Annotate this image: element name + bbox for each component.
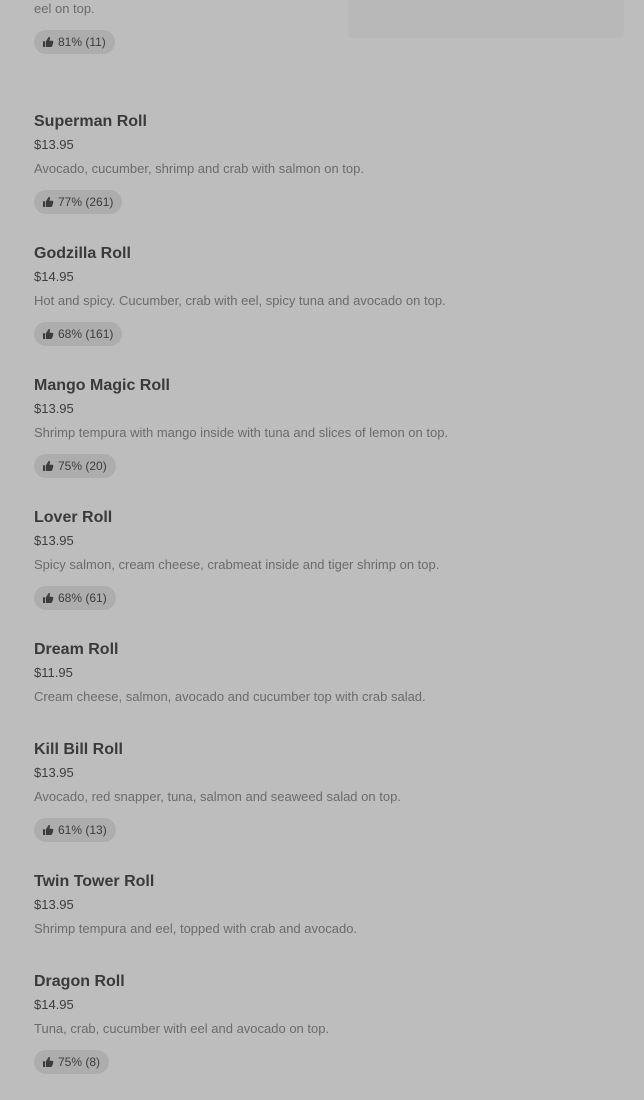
rating-text: 75% (8) (58, 1055, 101, 1069)
menu-item-name: Dragon Roll (34, 973, 125, 990)
menu-item-price: $11.95 (34, 665, 73, 680)
rating-badge: 75% (8) (34, 1050, 110, 1074)
thumbs-up-icon (42, 824, 54, 836)
menu-item-name: Dream Roll (34, 641, 119, 658)
menu-item-description: Cream cheese, salmon, avocado and cucumb… (34, 689, 426, 704)
menu-item-description: Avocado, cucumber, shrimp and crab with … (34, 161, 364, 176)
rating-badge: 75% (20) (34, 454, 116, 478)
menu-item-description: Shrimp tempura with mango inside with tu… (34, 425, 449, 440)
thumbs-up-icon (42, 1056, 54, 1068)
menu-item-price: $13.95 (34, 533, 74, 548)
menu-item-name: Lover Roll (34, 509, 113, 526)
menu-item-twin-tower-roll[interactable]: Twin Tower Roll $13.95 Shrimp tempura and … (0, 872, 644, 937)
thumbs-up-icon (42, 460, 54, 472)
menu-item-name: Kill Bill Roll (34, 741, 123, 758)
menu-item-kill-bill-roll[interactable]: Kill Bill Roll $13.95 Avocado, red snapper… (0, 740, 644, 842)
rating-text: 68% (61) (58, 591, 107, 605)
menu-item-price: $14.95 (34, 269, 74, 284)
menu-item-lover-roll[interactable]: Lover Roll $13.95 Spicy salmon, cream chee… (0, 508, 644, 610)
rating-badge: 77% (261) (34, 190, 123, 214)
menu-item-superman-roll[interactable]: Superman Roll $13.95 Avocado, cucumber, sh… (0, 112, 644, 214)
rating-text: 77% (261) (58, 195, 114, 209)
rating-badge: 61% (13) (34, 818, 116, 842)
menu-item-price: $13.95 (34, 897, 74, 912)
thumbs-up-icon (42, 196, 54, 208)
menu-item-godzilla-roll[interactable]: Godzilla Roll $14.95 Hot and spicy. Cucumb… (0, 244, 644, 346)
thumbs-up-icon (42, 328, 54, 340)
menu-item-price: $13.95 (34, 137, 74, 152)
menu-item-photo[interactable] (348, 0, 624, 38)
menu-item-name: Godzilla Roll (34, 245, 131, 262)
thumbs-up-icon (42, 592, 54, 604)
rating-badge: 68% (61) (34, 586, 116, 610)
rating-badge: 68% (161) (34, 322, 123, 346)
menu-item-mango-magic-roll[interactable]: Mango Magic Roll $13.95 Shrimp tempura wit… (0, 376, 644, 478)
menu-item-price: $13.95 (34, 401, 74, 416)
menu-item-dragon-roll[interactable]: Dragon Roll $14.95 Tuna, crab, cucumber wi… (0, 972, 644, 1074)
rating-text: 75% (20) (58, 459, 107, 473)
rating-badge: 81% (11) (34, 30, 115, 54)
menu-item-dream-roll[interactable]: Dream Roll $11.95 Cream cheese, salmon, av… (0, 640, 644, 705)
thumbs-up-icon (42, 36, 54, 48)
menu-item-description: Shrimp tempura and eel, topped with crab… (34, 921, 358, 936)
menu-item-description: Avocado, red snapper, tuna, salmon and s… (34, 789, 401, 804)
menu-item-description: Spicy salmon, cream cheese, crabmeat ins… (34, 557, 440, 572)
menu-item-price: $13.95 (34, 765, 74, 780)
menu-item-description: Hot and spicy. Cucumber, crab with eel, … (34, 293, 446, 308)
menu-item-name: Superman Roll (34, 113, 147, 130)
menu-item-description: Tuna, crab, cucumber with eel and avocad… (34, 1021, 330, 1036)
menu-page: eel on top. 81% (11) Superman Roll $13.95 Av… (0, 0, 644, 1100)
rating-text: 68% (161) (58, 327, 114, 341)
rating-text: 81% (11) (58, 35, 106, 49)
rating-text: 61% (13) (58, 823, 107, 837)
menu-item-name: Twin Tower Roll (34, 873, 155, 890)
menu-item-name: Mango Magic Roll (34, 377, 170, 394)
menu-item-price: $14.95 (34, 997, 74, 1012)
menu-item-item[interactable]: eel on top. 81% (11) (0, 0, 644, 54)
